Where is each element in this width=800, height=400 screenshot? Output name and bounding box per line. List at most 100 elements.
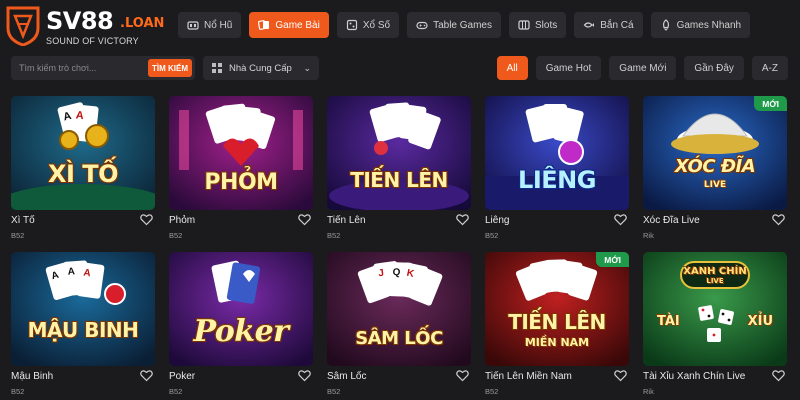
tab-slots[interactable]: Slots (509, 12, 567, 38)
game-card[interactable]: XANH CHÍN LIVE TÀI XỈU Tài Xỉu Xanh Chín… (643, 252, 787, 400)
heart-icon[interactable] (456, 213, 469, 226)
tab-game-bai[interactable]: Game Bài (249, 12, 329, 38)
game-thumbnail[interactable]: TIẾN LÊN (327, 96, 471, 210)
game-card[interactable]: MỚI TIẾN LÊN MIỀN NAM Tiến Lên Miền Nam … (485, 252, 629, 400)
game-thumbnail[interactable]: PHỎM (169, 96, 313, 210)
game-thumbnail[interactable]: XANH CHÍN LIVE TÀI XỈU (643, 252, 787, 366)
game-thumbnail[interactable]: A A XÌ TỐ (11, 96, 155, 210)
provider-dropdown[interactable]: Nhà Cung Cấp ⌄ (203, 56, 319, 80)
filter-gan-day[interactable]: Gần Đây (684, 56, 744, 80)
game-provider: B52 (169, 387, 183, 396)
svg-text:A: A (75, 109, 84, 122)
game-art-title: SÂM LỐC (355, 328, 443, 349)
heart-icon[interactable] (140, 369, 153, 382)
game-art-title: Poker (193, 314, 289, 349)
heart-icon[interactable] (772, 213, 785, 226)
chevron-down-icon: ⌄ (303, 62, 311, 73)
heart-icon[interactable] (772, 369, 785, 382)
sort-filters: All Game Hot Game Mới Gần Đây A-Z (496, 56, 788, 80)
heart-icon[interactable] (298, 369, 311, 382)
heart-icon[interactable] (140, 213, 153, 226)
logo-suffix: .LOAN (120, 16, 165, 31)
game-thumbnail[interactable]: J Q K SÂM LỐC (327, 252, 471, 366)
tab-label: Xổ Số (362, 19, 391, 31)
tab-label: Game Bài (275, 19, 320, 31)
game-art: A A (11, 96, 155, 210)
game-name[interactable]: Liêng (485, 215, 509, 226)
heart-icon[interactable] (614, 369, 627, 382)
game-name[interactable]: Xóc Đĩa Live (643, 215, 700, 226)
search-box: TÌM KIẾM (11, 56, 195, 80)
game-card[interactable]: A A XÌ TỐ Xì Tố B52 (11, 96, 155, 252)
game-art-left: TÀI (657, 314, 680, 329)
heart-icon[interactable] (614, 213, 627, 226)
game-card[interactable]: PHỎM Phỏm B52 (169, 96, 313, 252)
game-name[interactable]: Xì Tố (11, 215, 35, 226)
shield-logo-icon (6, 6, 40, 46)
heart-icon[interactable] (456, 369, 469, 382)
game-grid: A A XÌ TỐ Xì Tố B52 PHỎM Phỏm B52 TIẾN L… (11, 96, 790, 400)
category-tabs: Nổ Hũ Game Bài Xổ Số Table Games Slots B… (178, 12, 751, 38)
game-provider: Rik (643, 231, 654, 240)
game-provider: B52 (485, 387, 499, 396)
game-provider: B52 (169, 231, 183, 240)
grid-icon (212, 63, 222, 73)
game-card[interactable]: MỚI XÓC ĐĨA LIVE Xóc Đĩa Live Rik (643, 96, 787, 252)
tab-label: Slots (535, 19, 558, 31)
heart-icon[interactable] (298, 213, 311, 226)
game-name[interactable]: Tiến Lên (327, 215, 366, 226)
game-art (327, 96, 471, 210)
svg-text:A: A (67, 266, 75, 277)
search-button[interactable]: TÌM KIẾM (148, 59, 192, 77)
search-input[interactable] (11, 56, 147, 80)
game-name[interactable]: Sâm Lốc (327, 371, 366, 382)
new-badge: MỚI (596, 252, 629, 267)
svg-text:A: A (83, 268, 92, 280)
tab-xo-so[interactable]: Xổ Số (336, 12, 400, 38)
game-thumbnail[interactable]: A A A MẬU BINH (11, 252, 155, 366)
game-art-subtitle: MIỀN NAM (524, 336, 590, 349)
slot-jackpot-icon (187, 21, 199, 30)
fish-icon (583, 22, 595, 28)
site-logo[interactable]: SV88 .LOAN SOUND OF VICTORY (2, 4, 170, 50)
tab-label: Table Games (433, 19, 492, 31)
game-art-logo-sub: LIVE (706, 277, 724, 285)
game-name[interactable]: Tiến Lên Miền Nam (485, 371, 572, 382)
logo-slogan: SOUND OF VICTORY (46, 36, 139, 46)
game-card[interactable]: LIÊNG Liêng B52 (485, 96, 629, 252)
game-art-logo: XANH CHÍN (683, 266, 747, 277)
game-card[interactable]: TIẾN LÊN Tiến Lên B52 (327, 96, 471, 252)
top-nav: SV88 .LOAN SOUND OF VICTORY Nổ Hũ Game B… (0, 0, 800, 50)
game-name[interactable]: Tài Xỉu Xanh Chín Live (643, 371, 745, 382)
game-art-subtitle: LIVE (703, 180, 727, 190)
game-name[interactable]: Mậu Binh (11, 371, 53, 382)
tab-games-nhanh[interactable]: Games Nhanh (650, 12, 751, 38)
game-provider: B52 (11, 387, 25, 396)
tab-no-hu[interactable]: Nổ Hũ (178, 12, 242, 38)
tab-ban-ca[interactable]: Bắn Cá (574, 12, 643, 38)
filter-game-moi[interactable]: Game Mới (609, 56, 677, 80)
game-thumbnail[interactable]: LIÊNG (485, 96, 629, 210)
game-art (643, 96, 787, 210)
cards-icon (258, 20, 270, 30)
filter-a-z[interactable]: A-Z (751, 56, 788, 80)
filter-game-hot[interactable]: Game Hot (535, 56, 602, 80)
game-provider: Rik (643, 387, 654, 396)
game-thumbnail[interactable]: MỚI XÓC ĐĨA LIVE (643, 96, 787, 210)
game-provider: B52 (485, 231, 499, 240)
tab-table-games[interactable]: Table Games (407, 12, 501, 38)
game-provider: B52 (11, 231, 25, 240)
game-thumbnail[interactable]: MỚI TIẾN LÊN MIỀN NAM (485, 252, 629, 366)
provider-label: Nhà Cung Cấp (229, 62, 292, 74)
filter-all[interactable]: All (496, 56, 528, 80)
tab-label: Games Nhanh (676, 19, 742, 31)
game-card[interactable]: Poker Poker B52 (169, 252, 313, 400)
game-art-title: PHỎM (204, 170, 278, 195)
logo-text: SV88 (46, 7, 114, 35)
game-card[interactable]: A A A MẬU BINH Mậu Binh B52 (11, 252, 155, 400)
game-name[interactable]: Phỏm (169, 215, 195, 226)
game-name[interactable]: Poker (169, 371, 195, 382)
game-art-right: XỈU (747, 314, 773, 329)
game-card[interactable]: J Q K SÂM LỐC Sâm Lốc B52 (327, 252, 471, 400)
game-thumbnail[interactable]: Poker (169, 252, 313, 366)
